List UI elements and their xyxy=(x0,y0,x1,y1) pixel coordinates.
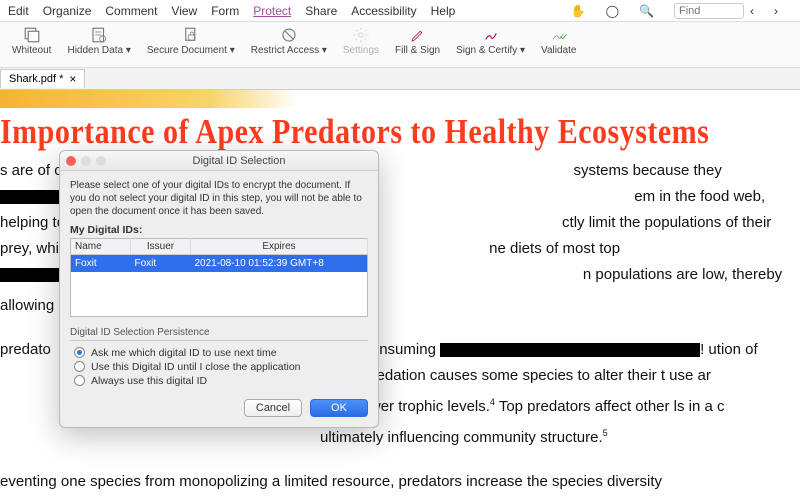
fill-sign-tool[interactable]: Fill & Sign xyxy=(387,24,448,58)
col-name[interactable]: Name xyxy=(71,239,131,255)
settings-tool: Settings xyxy=(335,24,387,58)
dialog-instruction: Please select one of your digital IDs to… xyxy=(70,179,368,218)
window-minimize-icon xyxy=(81,156,91,166)
ok-button[interactable]: OK xyxy=(310,399,368,417)
menu-share[interactable]: Share xyxy=(305,4,337,18)
radio-icon xyxy=(74,375,85,386)
whiteout-label: Whiteout xyxy=(12,45,51,56)
persistence-group: Digital ID Selection Persistence Ask me … xyxy=(70,327,368,387)
radio-always[interactable]: Always use this digital ID xyxy=(74,375,368,387)
sign-certify-icon xyxy=(482,26,500,44)
fill-sign-label: Fill & Sign xyxy=(395,45,440,56)
ribbon: Whiteout Hidden Data ▾ Secure Document ▾… xyxy=(0,22,800,68)
col-issuer[interactable]: Issuer xyxy=(131,239,191,255)
fill-sign-icon xyxy=(409,26,427,44)
table-row[interactable]: Foxit Foxit 2021-08-10 01:52:39 GMT+8 xyxy=(71,255,368,273)
document-tab-label: Shark.pdf * xyxy=(9,73,63,85)
restrict-access-tool[interactable]: Restrict Access ▾ xyxy=(243,24,335,58)
radio-label: Ask me which digital ID to use next time xyxy=(91,347,277,359)
restrict-access-icon xyxy=(280,26,298,44)
sign-certify-label: Sign & Certify ▾ xyxy=(456,45,525,56)
close-tab-icon[interactable]: × xyxy=(69,72,76,86)
zoom-fit-icon[interactable]: ◯ xyxy=(606,4,619,18)
find-input[interactable] xyxy=(674,3,744,19)
radio-icon xyxy=(74,361,85,372)
document-tabbar: Shark.pdf * × xyxy=(0,68,800,90)
whiteout-icon xyxy=(23,26,41,44)
validate-icon xyxy=(550,26,568,44)
radio-ask-next-time[interactable]: Ask me which digital ID to use next time xyxy=(74,347,368,359)
radio-icon xyxy=(74,347,85,358)
find-next-icon[interactable]: › xyxy=(774,4,778,18)
hand-tool-icon[interactable]: ✋ xyxy=(571,4,586,18)
menubar: Edit Organize Comment View Form Protect … xyxy=(0,0,800,22)
cell-issuer: Foxit xyxy=(131,255,191,273)
cancel-button[interactable]: Cancel xyxy=(244,399,302,417)
redaction xyxy=(440,343,700,357)
dialog-titlebar[interactable]: Digital ID Selection xyxy=(60,151,378,171)
document-tab[interactable]: Shark.pdf * × xyxy=(0,69,85,88)
validate-tool[interactable]: Validate xyxy=(533,24,584,58)
digital-ids-label: My Digital IDs: xyxy=(70,224,368,236)
validate-label: Validate xyxy=(541,45,576,56)
cell-expires: 2021-08-10 01:52:39 GMT+8 xyxy=(191,255,368,273)
menu-view[interactable]: View xyxy=(171,4,197,18)
settings-label: Settings xyxy=(343,45,379,56)
gear-icon xyxy=(352,26,370,44)
find-prev-icon[interactable]: ‹ xyxy=(750,4,754,18)
menu-form[interactable]: Form xyxy=(211,4,239,18)
hidden-data-icon xyxy=(90,26,108,44)
sign-certify-tool[interactable]: Sign & Certify ▾ xyxy=(448,24,533,58)
dialog-title: Digital ID Selection xyxy=(106,155,372,167)
window-zoom-icon xyxy=(96,156,106,166)
col-expires[interactable]: Expires xyxy=(191,239,368,255)
search-icon: 🔍 xyxy=(639,4,654,18)
cell-name: Foxit xyxy=(71,255,131,273)
hidden-data-tool[interactable]: Hidden Data ▾ xyxy=(59,24,138,58)
digital-id-dialog: Digital ID Selection Please select one o… xyxy=(59,150,379,428)
digital-id-table[interactable]: Name Issuer Expires Foxit Foxit 2021-08-… xyxy=(70,238,368,317)
table-header-row: Name Issuer Expires xyxy=(71,239,368,255)
radio-label: Always use this digital ID xyxy=(91,375,207,387)
window-close-icon[interactable] xyxy=(66,156,76,166)
menu-organize[interactable]: Organize xyxy=(43,4,92,18)
radio-label: Use this Digital ID until I close the ap… xyxy=(91,361,301,373)
radio-until-close[interactable]: Use this Digital ID until I close the ap… xyxy=(74,361,368,373)
hidden-data-label: Hidden Data ▾ xyxy=(67,45,130,56)
restrict-access-label: Restrict Access ▾ xyxy=(251,45,327,56)
menu-help[interactable]: Help xyxy=(431,4,456,18)
secure-document-label: Secure Document ▾ xyxy=(147,45,235,56)
menu-accessibility[interactable]: Accessibility xyxy=(351,4,416,18)
menu-edit[interactable]: Edit xyxy=(8,4,29,18)
secure-document-tool[interactable]: Secure Document ▾ xyxy=(139,24,243,58)
menu-protect[interactable]: Protect xyxy=(253,4,291,18)
whiteout-tool[interactable]: Whiteout xyxy=(4,24,59,58)
secure-document-icon xyxy=(182,26,200,44)
persistence-label: Digital ID Selection Persistence xyxy=(70,327,368,341)
menu-comment[interactable]: Comment xyxy=(105,4,157,18)
